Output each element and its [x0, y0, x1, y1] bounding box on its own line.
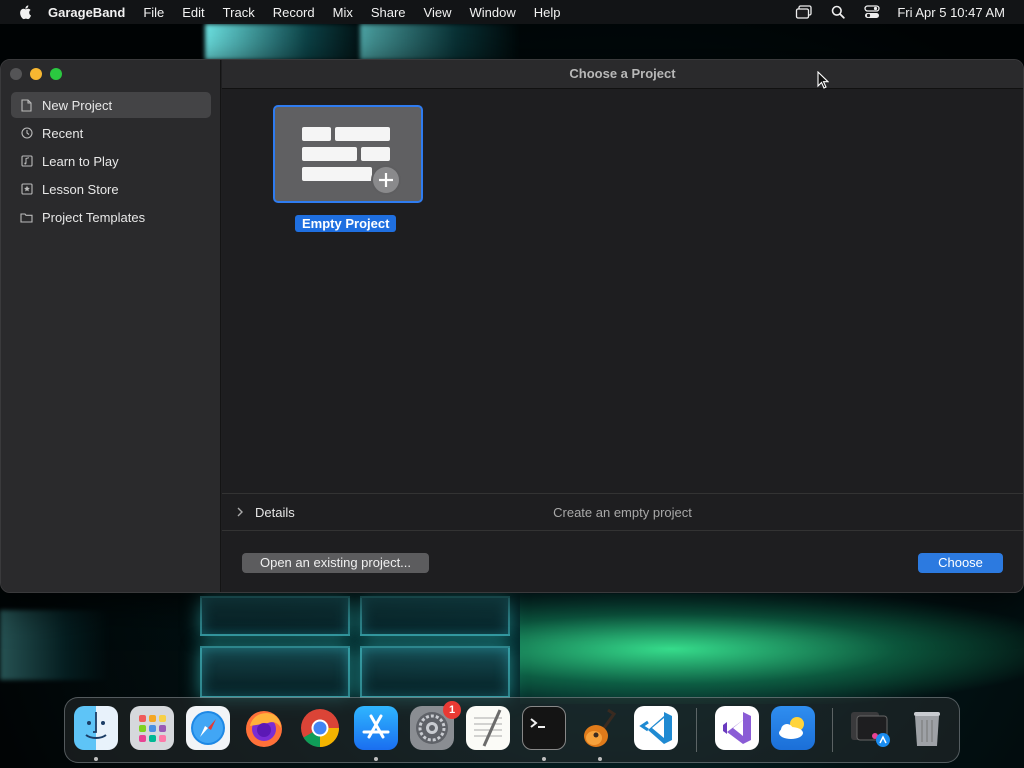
- project-chooser-main: Choose a Project Empty Project Details C…: [222, 60, 1023, 592]
- sidebar: New Project Recent Learn to Play Lesson …: [1, 60, 221, 592]
- sidebar-item-recent[interactable]: Recent: [11, 120, 211, 146]
- menu-record[interactable]: Record: [273, 5, 315, 20]
- dock-separator: [696, 708, 697, 752]
- details-bar: Details Create an empty project: [222, 493, 1023, 531]
- wallpaper-panel: [200, 646, 350, 698]
- terminal-icon[interactable]: [522, 706, 566, 750]
- safari-icon[interactable]: [186, 706, 230, 750]
- running-indicator: [374, 757, 378, 761]
- sidebar-item-learn-to-play[interactable]: Learn to Play: [11, 148, 211, 174]
- wallpaper-glow: [0, 610, 110, 680]
- menu-share[interactable]: Share: [371, 5, 406, 20]
- wallpaper-panel: [360, 646, 510, 698]
- maximize-window-button[interactable]: [50, 68, 62, 80]
- running-indicator: [542, 757, 546, 761]
- notification-badge: 1: [443, 701, 461, 719]
- wallpaper-glow: [360, 24, 520, 60]
- sidebar-item-label: New Project: [42, 97, 113, 113]
- music-note-icon: [20, 155, 33, 168]
- open-existing-project-button[interactable]: Open an existing project...: [242, 553, 429, 573]
- visual-studio-icon[interactable]: [715, 706, 759, 750]
- folder-icon: [20, 211, 33, 224]
- menu-bar: GarageBand File Edit Track Record Mix Sh…: [0, 0, 1024, 24]
- menu-window[interactable]: Window: [470, 5, 516, 20]
- sidebar-item-label: Learn to Play: [42, 153, 119, 169]
- weather-icon[interactable]: [771, 706, 815, 750]
- close-window-button[interactable]: [10, 68, 22, 80]
- clock-icon: [20, 127, 33, 140]
- sidebar-item-label: Project Templates: [42, 209, 146, 225]
- vscode-icon[interactable]: [634, 706, 678, 750]
- sidebar-item-label: Lesson Store: [42, 181, 119, 197]
- sidebar-item-lesson-store[interactable]: Lesson Store: [11, 176, 211, 202]
- empty-project-plus-icon: [302, 127, 401, 195]
- running-indicator: [94, 757, 98, 761]
- project-description: Create an empty project: [553, 505, 692, 520]
- dock: 1: [64, 697, 960, 763]
- running-indicator: [598, 757, 602, 761]
- wallpaper-panel: [200, 596, 350, 636]
- choose-button[interactable]: Choose: [918, 553, 1003, 573]
- menu-track[interactable]: Track: [223, 5, 255, 20]
- finder-icon[interactable]: [74, 706, 118, 750]
- sidebar-item-label: Recent: [42, 125, 84, 141]
- app-store-utility-icon[interactable]: [849, 706, 893, 750]
- menu-edit[interactable]: Edit: [182, 5, 204, 20]
- spotlight-search-icon[interactable]: [829, 5, 847, 19]
- launchpad-icon[interactable]: [130, 706, 174, 750]
- textedit-icon[interactable]: [466, 706, 510, 750]
- wallpaper-glow: [205, 24, 375, 60]
- document-icon: [20, 98, 33, 112]
- sidebar-list: New Project Recent Learn to Play Lesson …: [11, 92, 211, 232]
- menu-view[interactable]: View: [424, 5, 452, 20]
- garageband-icon[interactable]: [578, 706, 622, 750]
- window-title: Choose a Project: [222, 60, 1023, 89]
- wallpaper-green-glow: [520, 594, 1024, 704]
- control-center-icon[interactable]: [863, 5, 881, 19]
- sidebar-item-project-templates[interactable]: Project Templates: [11, 204, 211, 230]
- firefox-icon[interactable]: [242, 706, 286, 750]
- menu-help[interactable]: Help: [534, 5, 561, 20]
- menubar-clock[interactable]: Fri Apr 5 10:47 AM: [897, 5, 1005, 20]
- empty-project-label[interactable]: Empty Project: [295, 215, 397, 232]
- empty-project-tile[interactable]: [273, 105, 423, 203]
- window-controls: [10, 68, 70, 80]
- mouse-cursor-icon: [817, 71, 829, 89]
- menu-mix[interactable]: Mix: [333, 5, 353, 20]
- screen-mirroring-icon[interactable]: [795, 5, 813, 19]
- trash-icon[interactable]: [905, 706, 949, 750]
- app-name-menu[interactable]: GarageBand: [48, 5, 125, 20]
- menu-file[interactable]: File: [143, 5, 164, 20]
- sidebar-item-new-project[interactable]: New Project: [11, 92, 211, 118]
- minimize-window-button[interactable]: [30, 68, 42, 80]
- choose-project-window: New Project Recent Learn to Play Lesson …: [0, 59, 1024, 593]
- app-store-icon[interactable]: [354, 706, 398, 750]
- star-icon: [20, 183, 33, 196]
- chrome-icon[interactable]: [298, 706, 342, 750]
- wallpaper-panel: [360, 596, 510, 636]
- apple-menu-icon[interactable]: [18, 4, 34, 20]
- dock-separator: [832, 708, 833, 752]
